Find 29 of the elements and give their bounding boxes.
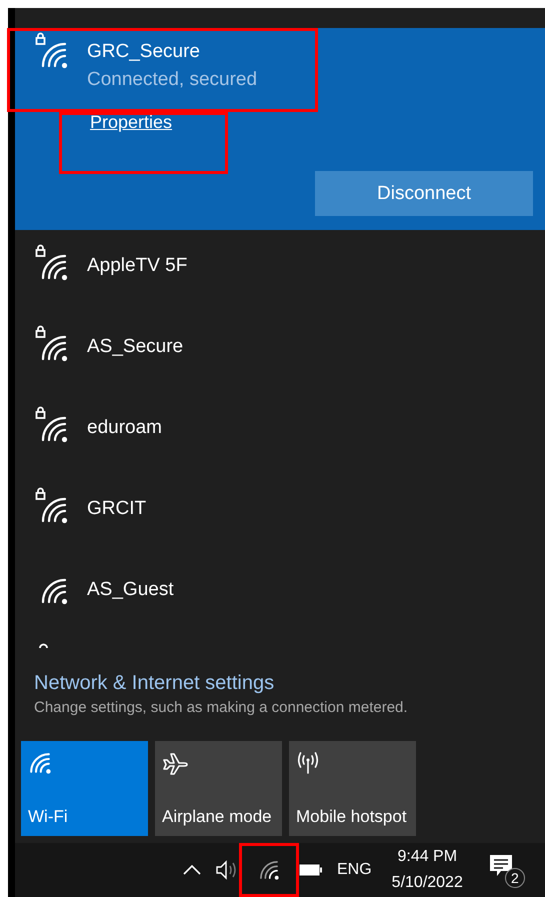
notification-count: 2 [504, 868, 525, 888]
network-item[interactable]: AppleTV 5F [15, 230, 545, 311]
settings-link[interactable]: Network & Internet settings [34, 672, 274, 695]
network-name: AppleTV 5F [87, 254, 188, 278]
disconnect-button[interactable]: Disconnect [315, 171, 533, 216]
network-item[interactable]: AS_Guest [15, 554, 545, 635]
settings-description: Change settings, such as making a connection metered. [34, 699, 409, 716]
antenna-icon [296, 751, 320, 775]
network-item[interactable]: AS_Secure [15, 311, 545, 392]
network-name: GRCIT [87, 497, 146, 521]
connection-status: Connected, secured [87, 68, 258, 92]
network-name: GRC_Secure [87, 40, 201, 64]
airplane-tile[interactable]: Airplane mode [155, 741, 282, 836]
chevron-up-icon[interactable] [181, 865, 203, 875]
network-item[interactable]: eduroam [15, 392, 545, 473]
network-item[interactable]: GRCIT [15, 473, 545, 554]
network-name: AS_Secure [87, 335, 184, 359]
notification-icon[interactable] [488, 854, 513, 878]
language-indicator[interactable]: ENG [337, 861, 372, 879]
network-name: AS_Guest [87, 578, 174, 602]
airplane-icon [162, 751, 188, 775]
wifi-tile[interactable]: Wi-Fi [21, 741, 148, 836]
hotspot-tile[interactable]: Mobile hotspot [289, 741, 416, 836]
clock[interactable]: 9:44 PM 5/10/2022 [392, 844, 463, 896]
network-name: eduroam [87, 416, 162, 440]
properties-link[interactable]: Properties [90, 112, 172, 133]
wifi-icon[interactable] [258, 859, 280, 881]
battery-icon[interactable] [299, 863, 323, 877]
wifi-icon [28, 751, 52, 775]
